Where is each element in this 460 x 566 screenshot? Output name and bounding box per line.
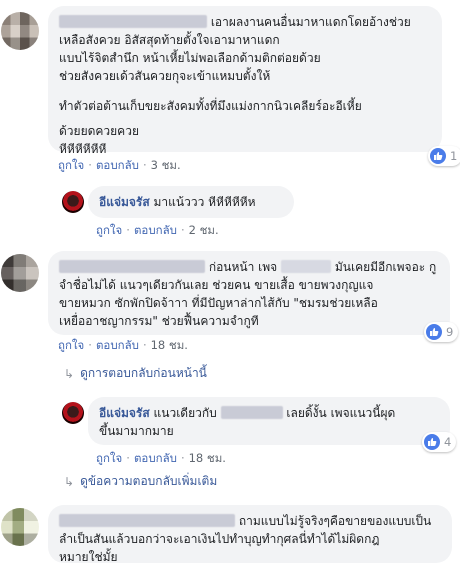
author-name[interactable]: อีแจ่มจรัส <box>99 195 150 209</box>
redacted-text <box>281 260 332 273</box>
comment-text-line: ขายหมวก ซักพักปิดจ้าาา ที่มีปัญหาล่ากไส้… <box>59 296 378 310</box>
comment-text-line: เอาผลงานคนอื่นมาหาแดกโดยอ้างช่วย <box>210 15 411 29</box>
avatar[interactable] <box>1 508 39 546</box>
comment-text-line: จำชื่อไม่ได้ แนวๆเดียวกันเลย ช่วยคน ขายเ… <box>59 278 374 292</box>
reaction-count[interactable]: 9 <box>424 322 459 342</box>
reply-button[interactable]: ตอบกลับ <box>96 158 139 172</box>
comment-text-line: ด้วยยดควยควย <box>59 124 139 138</box>
avatar[interactable] <box>62 402 84 424</box>
timestamp[interactable]: 3 ชม. <box>151 158 181 172</box>
timestamp[interactable]: 2 ชม. <box>189 223 219 237</box>
avatar[interactable] <box>1 12 39 50</box>
comment-actions: ถูกใจ · ตอบกลับ · 3 ชม. <box>58 158 181 172</box>
reply-text: แนวเดียวกับ <box>153 406 217 420</box>
author-name[interactable]: อีแจ่มจรัส <box>99 406 150 420</box>
thumbs-up-icon <box>424 434 440 450</box>
reply-button[interactable]: ตอบกลับ <box>134 451 177 465</box>
thumbs-up-icon <box>430 148 446 164</box>
comment-text-line: เหลือสังควย อิสัสสุดท้ายตั้งใจเอามาหาแดก <box>59 33 280 47</box>
reaction-count[interactable]: 4 <box>422 432 457 452</box>
comment-bubble: ถามแบบไม่รู้จริงๆคือขายของแบบเป็น ลำเป็น… <box>48 505 452 564</box>
comment-text-line: หีหีหีหีหีหี <box>59 142 107 156</box>
reaction-count[interactable]: 1 <box>428 146 460 166</box>
redacted-name <box>220 406 283 419</box>
reply-text: ขึ้นมามากมาย <box>99 424 174 438</box>
view-more-replies-link[interactable]: ↳ ดูข้อความตอบกลับเพิ่มเติม <box>64 472 217 491</box>
like-button[interactable]: ถูกใจ <box>96 451 122 465</box>
reply-bubble: อีแจ่มจรัส มาแน้ววว หีหีหีหีหีห <box>88 186 294 218</box>
comment-actions: ถูกใจ · ตอบกลับ · 18 ชม. <box>96 451 226 465</box>
like-button[interactable]: ถูกใจ <box>58 158 84 172</box>
reply-button[interactable]: ตอบกลับ <box>134 223 177 237</box>
comment-text-line: ช่วยสังควยเด้วสันควยกุจะเข้าแหมบตั้งให้ <box>59 69 271 83</box>
comment-bubble: เอาผลงานคนอื่นมาหาแดกโดยอ้างช่วย เหลือสั… <box>48 6 442 156</box>
redacted-name <box>59 15 207 28</box>
redacted-name <box>59 514 235 527</box>
comment-text-line: ก่อนหน้า เพจ <box>208 260 278 274</box>
redacted-name <box>59 260 205 273</box>
timestamp[interactable]: 18 ชม. <box>151 338 188 352</box>
reply-button[interactable]: ตอบกลับ <box>96 338 139 352</box>
timestamp[interactable]: 18 ชม. <box>189 451 226 465</box>
like-button[interactable]: ถูกใจ <box>96 223 122 237</box>
comment-text-line: หมายใช่มั้ย <box>59 550 118 564</box>
thumbs-up-icon <box>426 324 442 340</box>
view-previous-replies-link[interactable]: ↳ ดูการตอบกลับก่อนหน้านี้ <box>64 364 207 383</box>
comment-text-line: ถามแบบไม่รู้จริงๆคือขายของแบบเป็น <box>238 514 432 528</box>
reply-arrow-icon: ↳ <box>64 474 75 489</box>
reply-bubble: อีแจ่มจรัส แนวเดียวกับ เลยดิ้งั้น เพจแนว… <box>88 397 450 445</box>
comment-actions: ถูกใจ · ตอบกลับ · 2 ชม. <box>96 223 219 237</box>
avatar[interactable] <box>1 254 39 292</box>
comment-text-line: ทำตัวต่อต้านเก็บขยะสังคมทั้งที่มึงแม่งกา… <box>59 99 362 113</box>
reply-text: มาแน้ววว หีหีหีหีหีห <box>153 195 256 209</box>
comment-text-line: เหยื่ออาชญากรรม" ช่วยฟื้นความจำกูที <box>59 314 259 328</box>
comment-actions: ถูกใจ · ตอบกลับ · 18 ชม. <box>58 338 188 352</box>
avatar[interactable] <box>62 191 84 213</box>
comment-bubble: ก่อนหน้า เพจ มันเคยมีอีกเพจอะ กู จำชื่อไ… <box>48 251 450 335</box>
comment-text-line: ลำเป็นสันแล้วบอกว่าจะเอาเงินไปทำบุญทำกุศ… <box>59 532 380 546</box>
comment-text-line: มันเคยมีอีกเพจอะ กู <box>334 260 437 274</box>
comment-text-line: แบบไร้จิตสำนึก หน้าเหี้ยไม่พอเลือกด้ามติ… <box>59 51 321 65</box>
comment-text: เอาผลงานคนอื่นมาหาแดกโดยอ้างช่วย <box>59 13 431 31</box>
reply-text: เลยดิ้งั้น เพจแนวนี้ผุด <box>286 406 396 420</box>
like-button[interactable]: ถูกใจ <box>58 338 84 352</box>
reply-arrow-icon: ↳ <box>64 366 75 381</box>
